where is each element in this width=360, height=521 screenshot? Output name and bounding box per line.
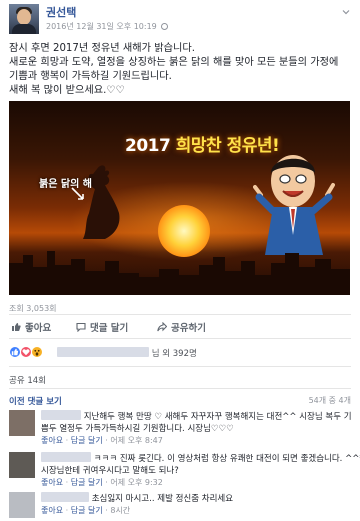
post-text-line: 기쁨과 행복이 가득하길 기원드립니다. [9, 71, 172, 82]
reactions-names[interactable]: 님 외 392명 [57, 347, 197, 359]
post-actions: 좋아요 댓글 달기 공유하기 [9, 317, 351, 337]
divider [9, 338, 351, 339]
post-header: 권선택 2016년 12월 31일 오후 10:19 [0, 0, 360, 38]
arrow-icon [71, 187, 84, 200]
comment-meta: 좋아요 · 답글 달기 · 어제 오후 8:47 [41, 436, 163, 445]
post-text-line: 새해 복 많이 받으세요.♡♡ [9, 85, 125, 96]
redacted-commenter-name[interactable] [41, 452, 91, 462]
comment-button[interactable]: 댓글 달기 [76, 320, 128, 334]
post-text-line: 잠시 후면 2017년 정유년 새해가 밝습니다. [9, 43, 195, 54]
comment-time[interactable]: 어제 오후 9:32 [110, 478, 163, 487]
comment-text: 지난해두 행복 만땅 ♡ 새해두 자꾸자꾸 행복해지는 대전^^ 시장님 복두 … [83, 412, 352, 422]
comments-header: 이전 댓글 보기 54개 중 4개 [9, 395, 351, 407]
share-label: 공유하기 [171, 323, 206, 334]
post-image[interactable]: 2017 희망찬 정유년! 붉은 닭의 해 [9, 101, 350, 295]
redacted-name [57, 347, 149, 357]
comment-meta: 좋아요 · 답글 달기 · 8시간 [41, 506, 131, 515]
timestamp-text[interactable]: 2016년 12월 31일 오후 10:19 [46, 22, 157, 31]
commenter-avatar[interactable] [9, 410, 35, 436]
author-name[interactable]: 권선택 [46, 4, 76, 20]
reactions-summary[interactable]: 님 외 392명 [9, 344, 351, 360]
post-text-line: 새로운 희망과 도약, 열정을 상징하는 붉은 닭의 해를 맞아 모든 분들의 … [9, 57, 339, 68]
comment-text: 초심잃지 마시고.. 제발 정신줌 차리세요 [91, 494, 234, 504]
author-avatar[interactable] [9, 4, 39, 34]
comments-count: 54개 중 4개 [308, 396, 351, 405]
globe-icon [161, 23, 169, 30]
comment-time[interactable]: 어제 오후 8:47 [110, 436, 163, 445]
chevron-down-icon[interactable] [342, 8, 350, 16]
city-skyline [9, 251, 350, 295]
divider [9, 366, 351, 367]
comment-label: 댓글 달기 [90, 323, 129, 334]
comment-body: 초심잃지 마시고.. 제발 정신줌 차리세요 좋아요 · 답글 달기 · 8시간 [41, 492, 353, 517]
shares-count[interactable]: 공유 14회 [9, 374, 46, 386]
view-count: 조회 3,053회 [9, 304, 57, 313]
comment-reply-link[interactable]: 답글 달기 [71, 436, 103, 445]
share-icon [157, 322, 167, 332]
wow-reaction-icon [31, 346, 43, 358]
post-text: 잠시 후면 2017년 정유년 새해가 밝습니다. 새로운 희망과 도약, 열정… [9, 42, 353, 98]
like-button[interactable]: 좋아요 [11, 320, 51, 334]
comment-text: 시장님한테 귀여우시다고 말해도 되나? [41, 466, 179, 476]
image-headline-year: 2017 [125, 136, 176, 156]
redacted-commenter-name[interactable] [41, 410, 81, 420]
comment-like-link[interactable]: 좋아요 [41, 478, 63, 487]
comment-text: 쁨두 열정두 가득가득하시길 기원합니다. 시장님♡♡♡ [41, 424, 234, 434]
facebook-post: 권선택 2016년 12월 31일 오후 10:19 잠시 후면 2017년 정… [0, 0, 360, 521]
comment-reply-link[interactable]: 답글 달기 [71, 506, 103, 515]
comment-body: ㅋㅋㅋ 진짜 롯긴다. 이 영상처럼 항상 유쾌한 대전이 되면 좋겠습니다. … [41, 452, 360, 489]
comment-reply-link[interactable]: 답글 달기 [71, 478, 103, 487]
redacted-commenter-name[interactable] [41, 492, 89, 502]
comment-text: ㅋㅋㅋ 진짜 롯긴다. 이 영상처럼 항상 유쾌한 대전이 되면 좋겠습니다. … [93, 454, 360, 464]
divider [9, 314, 351, 315]
comment-meta: 좋아요 · 답글 달기 · 어제 오후 9:32 [41, 478, 163, 487]
comment-like-link[interactable]: 좋아요 [41, 436, 63, 445]
divider [9, 388, 351, 389]
comment-time[interactable]: 8시간 [110, 506, 130, 515]
post-timestamp[interactable]: 2016년 12월 31일 오후 10:19 [46, 21, 169, 32]
comment-icon [76, 322, 86, 332]
previous-comments-link[interactable]: 이전 댓글 보기 [9, 397, 62, 407]
comment-body: 지난해두 행복 만땅 ♡ 새해두 자꾸자꾸 행복해지는 대전^^ 시장님 복두 … [41, 410, 353, 447]
comment-like-link[interactable]: 좋아요 [41, 506, 63, 515]
like-label: 좋아요 [25, 323, 52, 334]
reactions-count: 님 외 392명 [151, 349, 197, 359]
share-button[interactable]: 공유하기 [157, 320, 206, 334]
commenter-avatar[interactable] [9, 492, 35, 518]
commenter-avatar[interactable] [9, 452, 35, 478]
thumbs-up-icon [12, 323, 21, 331]
